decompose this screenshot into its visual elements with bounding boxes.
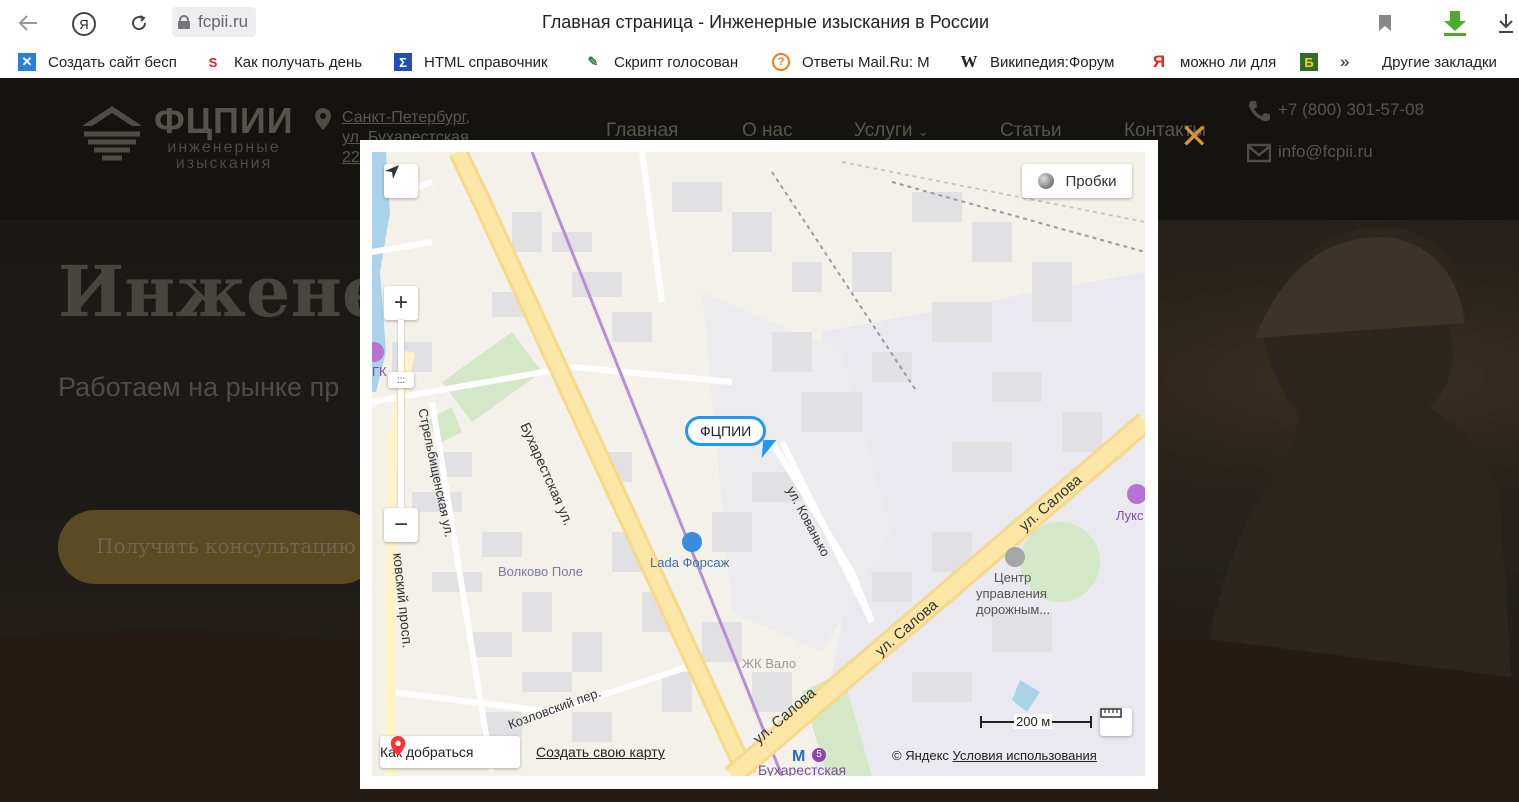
consultation-button[interactable]: Получить консультацию [58, 510, 378, 584]
b-icon: Б [1300, 53, 1318, 71]
map-copyright: © Яндекс Условия использования [892, 748, 1097, 763]
superman-icon: S [208, 54, 218, 70]
bookmark-icon[interactable] [1373, 11, 1397, 35]
yandex-icon: Я [1152, 52, 1166, 71]
chevron-down-icon: ⌄ [917, 124, 929, 139]
hero-subtitle: Работаем на рынке пр [58, 372, 340, 402]
create-map-link[interactable]: Создать свою карту [536, 744, 665, 760]
location-pin-icon [315, 108, 331, 130]
zoom-slider-track[interactable] [398, 320, 404, 508]
site-logo[interactable]: ФЦПИИ инженерные изыскания [80, 100, 293, 180]
traffic-icon [1037, 173, 1054, 189]
ruler-button[interactable] [1100, 708, 1132, 736]
poi-label: дорожным... [976, 602, 1051, 617]
lock-icon [178, 15, 190, 29]
nav-articles[interactable]: Статьи [1000, 120, 1062, 142]
yandex-map[interactable]: Бухарестская ул. Стрельбищенская ул. Вол… [372, 152, 1145, 776]
poi-label: управления [976, 586, 1047, 601]
bookmark-item[interactable]: Я можно ли для [1150, 46, 1282, 78]
map-canvas [372, 152, 1145, 776]
bookmark-item[interactable]: W Википедия:Форум [960, 46, 1126, 78]
download-green-icon[interactable] [1440, 11, 1470, 36]
page-title: Главная страница - Инженерные изыскания … [542, 12, 990, 32]
mail-answers-icon: ? [772, 53, 790, 71]
constructor-icon: ✕ [18, 53, 36, 71]
header-phone[interactable]: +7 (800) 301-57-08 [1278, 100, 1424, 120]
url-text: fcpii.ru [198, 12, 249, 31]
poi-label: ЖК Вало [742, 656, 797, 671]
ruler-icon [1100, 708, 1122, 718]
mail-icon [1247, 143, 1271, 163]
red-pin-icon [390, 736, 406, 756]
poi-label: Lada Форсаж [650, 555, 730, 570]
logo-subtitle: инженерные изыскания [167, 139, 281, 172]
browser-toolbar: Я fcpii.ru Главная страница - Инженерные… [0, 0, 1519, 46]
close-icon[interactable]: ✕ [1180, 120, 1209, 154]
logo-name: ФЦПИИ [154, 100, 294, 141]
navigation-arrow-icon [385, 165, 399, 179]
header-email[interactable]: info@fcpii.ru [1278, 142, 1373, 162]
poi-label: Лукс [1116, 508, 1144, 523]
poi-label: ГК [372, 364, 387, 379]
html-ref-icon: Σ [394, 53, 412, 71]
geolocation-button[interactable] [384, 164, 418, 198]
bookmark-item[interactable]: ✕ Создать сайт бесп [18, 46, 184, 78]
traffic-button[interactable]: Пробки [1022, 164, 1132, 198]
logo-mountain-icon [82, 106, 142, 161]
map-scale: 200 м [980, 712, 1092, 732]
nav-home[interactable]: Главная [606, 120, 678, 142]
other-bookmarks[interactable]: Другие закладки [1382, 46, 1512, 78]
yandex-button[interactable]: Я [72, 12, 96, 36]
metro-station-icon: M 5 [792, 748, 832, 765]
downloads-icon[interactable] [1494, 11, 1518, 35]
bookmark-item[interactable]: Б [1300, 46, 1324, 78]
bookmark-item[interactable]: Σ HTML справочник [394, 46, 562, 78]
chevron-double-icon[interactable]: » [1340, 46, 1360, 78]
directions-button[interactable]: Как добраться [380, 736, 520, 768]
district-label: Волково Поле [498, 564, 583, 579]
location-marker[interactable]: ФЦПИИ [685, 416, 767, 446]
bookmarks-bar: ✕ Создать сайт бесп S Как получать день … [0, 46, 1519, 79]
terms-link[interactable]: Условия использования [953, 748, 1097, 763]
bookmark-item[interactable]: ✎ Скрипт голосован [584, 46, 750, 78]
script-icon: ✎ [587, 54, 599, 69]
zoom-out-button[interactable]: − [384, 508, 418, 542]
address-bar[interactable]: fcpii.ru [172, 7, 257, 37]
phone-icon [1249, 101, 1270, 122]
wikipedia-icon: W [960, 52, 978, 71]
zoom-in-button[interactable]: + [384, 286, 418, 320]
zoom-slider-handle[interactable]: ::: [388, 372, 414, 388]
nav-services[interactable]: Услуги ⌄ [854, 120, 929, 142]
bookmark-item[interactable]: ? Ответы Mail.Ru: М [772, 46, 938, 78]
back-arrow-icon[interactable] [16, 11, 40, 35]
bookmark-item[interactable]: S Как получать день [204, 46, 374, 78]
reload-icon[interactable] [127, 11, 151, 35]
nav-about[interactable]: О нас [742, 120, 793, 142]
poi-label: Центр [994, 570, 1032, 585]
